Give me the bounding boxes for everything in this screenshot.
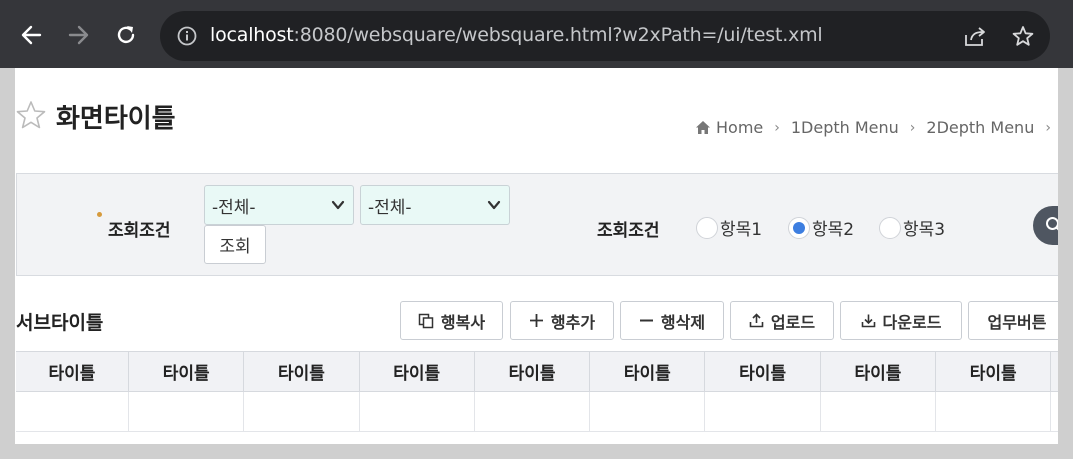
table-cell[interactable]	[244, 392, 360, 431]
category-select-1[interactable]: -전체-	[204, 185, 354, 225]
url-path: :8080/websquare/websquare.html?w2xPath=/…	[293, 24, 823, 46]
breadcrumb-home[interactable]: Home	[716, 118, 763, 137]
breadcrumb: Home › 1Depth Menu › 2Depth Menu › 3	[695, 118, 1058, 137]
button-label: 업로드	[770, 312, 816, 332]
info-icon[interactable]	[175, 24, 199, 48]
section-subtitle: 서브타이틀	[16, 312, 104, 334]
radio-button[interactable]	[879, 216, 901, 239]
page-content: 화면타이틀 Home › 1Depth Menu › 2Depth Menu ›…	[15, 68, 1058, 444]
plus-icon	[529, 313, 544, 328]
copy-icon	[418, 313, 434, 329]
column-header[interactable]: 타이틀	[590, 352, 706, 391]
column-header[interactable]: 타이틀	[244, 352, 360, 391]
upload-button[interactable]: 업로드	[730, 301, 834, 340]
download-button[interactable]: 다운로드	[840, 301, 962, 340]
download-icon	[861, 313, 876, 328]
data-grid: 타이틀 타이틀 타이틀 타이틀 타이틀 타이틀 타이틀 타이틀 타이틀	[16, 351, 1058, 432]
arrow-right-icon	[68, 25, 89, 45]
column-header[interactable]: 타이틀	[475, 352, 591, 391]
button-label: 행복사	[440, 312, 486, 332]
url-host: localhost	[210, 24, 294, 46]
search-condition-panel: 조회조건 -전체- -전체- 조회 조회조건 항목1 항목2 항목3	[16, 173, 1058, 276]
select-value: -전체-	[368, 197, 412, 218]
breadcrumb-depth2[interactable]: 2Depth Menu	[926, 118, 1034, 137]
page-title: 화면타이틀	[56, 104, 176, 134]
button-label: 행추가	[550, 312, 596, 332]
search-icon	[1046, 217, 1058, 231]
column-header[interactable]: 타이틀	[16, 352, 129, 391]
column-header[interactable]: 타이틀	[936, 352, 1052, 391]
column-header[interactable]: 타이틀	[360, 352, 475, 391]
search-button[interactable]: 조회	[204, 225, 266, 264]
add-row-button[interactable]: 행추가	[510, 301, 614, 340]
chevron-down-icon	[487, 200, 501, 210]
task-button[interactable]: 업무버튼	[968, 301, 1058, 340]
radio-label: 항목2	[812, 220, 855, 240]
copy-row-button[interactable]: 행복사	[400, 301, 503, 340]
radio-button-checked[interactable]	[788, 216, 810, 239]
search-submit-button[interactable]	[1033, 206, 1058, 245]
button-label: 다운로드	[882, 312, 942, 332]
chevron-right-icon: ›	[909, 119, 916, 136]
reload-button[interactable]	[111, 20, 141, 50]
table-cell[interactable]	[821, 392, 937, 431]
column-header[interactable]: 타이틀	[129, 352, 245, 391]
search-condition-label-2: 조회조건	[597, 221, 660, 241]
address-bar[interactable]: localhost:8080/websquare/websquare.html?…	[160, 11, 1050, 61]
table-cell[interactable]	[16, 392, 129, 431]
delete-row-button[interactable]: 행삭제	[620, 301, 724, 340]
search-condition-label: 조회조건	[108, 221, 171, 241]
required-marker	[97, 212, 102, 217]
radio-item-1[interactable]: 항목1	[696, 215, 762, 240]
table-cell[interactable]	[129, 392, 245, 431]
browser-toolbar: localhost:8080/websquare/websquare.html?…	[0, 0, 1073, 68]
chevron-down-icon	[331, 200, 345, 210]
radio-label: 항목1	[720, 220, 763, 240]
column-header[interactable]: 타이틀	[821, 352, 937, 391]
breadcrumb-depth1[interactable]: 1Depth Menu	[791, 118, 899, 137]
favorite-star-icon[interactable]	[15, 100, 47, 134]
minus-icon	[639, 313, 654, 328]
table-cell[interactable]	[590, 392, 706, 431]
select-value: -전체-	[212, 197, 256, 218]
radio-button[interactable]	[696, 216, 718, 239]
button-label: 행삭제	[660, 312, 706, 332]
bookmark-star-icon[interactable]	[1011, 24, 1035, 48]
back-button[interactable]	[16, 20, 46, 50]
table-cell[interactable]	[475, 392, 591, 431]
table-cell[interactable]	[936, 392, 1052, 431]
radio-label: 항목3	[903, 220, 946, 240]
arrow-left-icon	[21, 25, 42, 45]
grid-header-row: 타이틀 타이틀 타이틀 타이틀 타이틀 타이틀 타이틀 타이틀 타이틀	[16, 351, 1058, 392]
url-text[interactable]: localhost:8080/websquare/websquare.html?…	[210, 24, 823, 46]
reload-icon	[117, 26, 135, 44]
radio-item-2[interactable]: 항목2	[788, 215, 854, 240]
column-header[interactable]: 타이틀	[705, 352, 821, 391]
table-cell[interactable]	[705, 392, 821, 431]
category-select-2[interactable]: -전체-	[360, 185, 510, 225]
home-icon[interactable]	[695, 120, 711, 135]
upload-icon	[749, 313, 764, 328]
table-row[interactable]	[16, 392, 1058, 432]
radio-item-3[interactable]: 항목3	[879, 215, 945, 240]
chevron-right-icon: ›	[774, 119, 780, 136]
forward-button[interactable]	[64, 20, 94, 50]
chevron-right-icon: ›	[1045, 119, 1051, 136]
table-cell[interactable]	[360, 392, 475, 431]
share-icon[interactable]	[963, 24, 987, 48]
button-label: 업무버튼	[987, 312, 1047, 332]
